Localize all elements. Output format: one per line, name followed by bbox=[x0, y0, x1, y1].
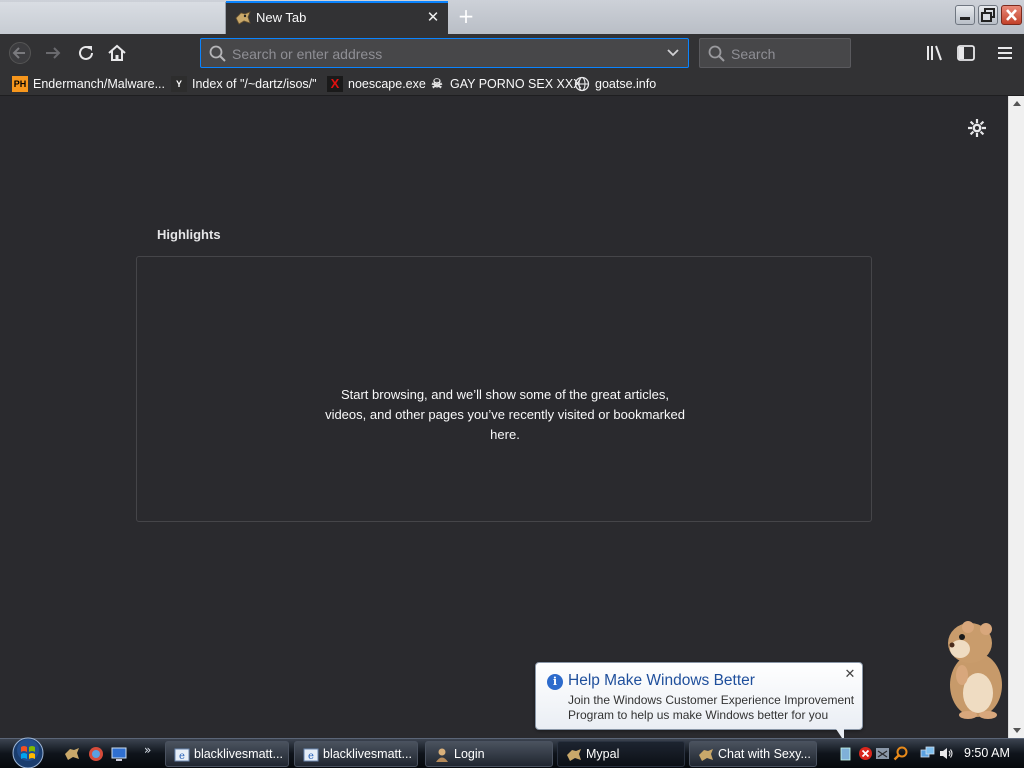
mypal-icon bbox=[699, 749, 713, 761]
back-arrow-icon[interactable] bbox=[9, 42, 31, 64]
browser-quicklaunch-icon[interactable] bbox=[88, 746, 104, 762]
reload-icon[interactable] bbox=[75, 42, 97, 64]
tab-strip: New Tab ✕ + bbox=[0, 0, 1024, 34]
system-clock[interactable]: 9:50 AM bbox=[964, 746, 1010, 760]
navigation-toolbar bbox=[0, 34, 1024, 71]
tab-strip-empty-area[interactable] bbox=[0, 2, 226, 34]
mypal-icon bbox=[235, 11, 251, 25]
tray-program-icon[interactable] bbox=[875, 746, 890, 761]
mypal-icon bbox=[567, 749, 581, 761]
new-tab-page: Highlights Start browsing, and we’ll sho… bbox=[0, 96, 1008, 738]
info-icon: i bbox=[547, 674, 563, 690]
windows-start-orb-icon[interactable] bbox=[8, 736, 48, 768]
tab-new-tab[interactable]: New Tab ✕ bbox=[226, 1, 448, 34]
hamburger-menu-icon[interactable] bbox=[994, 42, 1016, 64]
taskbar-item-label: blacklivesmatt... bbox=[323, 747, 412, 761]
chevron-right-icon[interactable]: » bbox=[144, 743, 151, 757]
ie-icon: e bbox=[303, 748, 319, 762]
search-bar[interactable] bbox=[699, 38, 851, 68]
red-x-icon: X bbox=[327, 76, 343, 92]
ycombinator-icon: Y bbox=[171, 76, 187, 92]
scroll-up-arrow-icon[interactable] bbox=[1013, 101, 1021, 106]
taskbar-item-label: Mypal bbox=[586, 747, 620, 761]
skull-icon: ☠ bbox=[431, 76, 443, 91]
forward-arrow-icon[interactable] bbox=[42, 42, 64, 64]
restore-icon bbox=[981, 8, 995, 22]
bookmark-label: noescape.exe bbox=[348, 77, 426, 91]
bookmarks-toolbar: PH Endermanch/Malware... Y Index of "/~d… bbox=[0, 71, 1024, 96]
search-icon bbox=[209, 45, 226, 62]
bookmark-label: Endermanch/Malware... bbox=[33, 77, 166, 91]
security-alert-icon[interactable] bbox=[858, 746, 873, 761]
vertical-scrollbar[interactable] bbox=[1008, 96, 1024, 738]
taskbar-item[interactable]: Login bbox=[425, 741, 553, 767]
desktop: New Tab ✕ + Search or enter address Sear… bbox=[0, 0, 1024, 768]
tab-title: New Tab bbox=[256, 10, 307, 25]
highlights-panel: Start browsing, and we’ll show some of t… bbox=[136, 256, 872, 522]
sidebar-icon[interactable] bbox=[955, 42, 977, 64]
tray-update-icon[interactable] bbox=[838, 746, 853, 761]
tray-search-icon[interactable] bbox=[893, 746, 908, 761]
ie-icon: e bbox=[174, 748, 190, 762]
search-input[interactable] bbox=[731, 45, 841, 63]
hamster-mascot[interactable] bbox=[938, 615, 1006, 720]
library-icon[interactable] bbox=[924, 42, 946, 64]
taskbar-item-label: Login bbox=[454, 747, 485, 761]
gear-icon[interactable] bbox=[966, 117, 988, 139]
globe-icon bbox=[574, 76, 590, 92]
svg-text:e: e bbox=[179, 751, 185, 762]
balloon-message: Join the Windows Customer Experience Imp… bbox=[568, 693, 855, 722]
notification-balloon[interactable]: i Help Make Windows Better Join the Wind… bbox=[535, 662, 863, 741]
address-input[interactable] bbox=[232, 45, 652, 63]
svg-text:e: e bbox=[308, 751, 314, 762]
taskbar-item-label: Chat with Sexy... bbox=[718, 747, 811, 761]
empty-state-message: Start browsing, and we’ll show some of t… bbox=[325, 387, 685, 442]
new-tab-button[interactable]: + bbox=[454, 5, 478, 27]
taskbar-item[interactable]: Chat with Sexy... bbox=[689, 741, 817, 767]
close-icon[interactable]: ✕ bbox=[842, 667, 858, 683]
taskbar-item-label: blacklivesmatt... bbox=[194, 747, 283, 761]
minimize-icon bbox=[960, 17, 970, 20]
minimize-button[interactable] bbox=[955, 5, 975, 25]
close-tab-icon[interactable]: ✕ bbox=[425, 9, 441, 25]
close-icon bbox=[1006, 9, 1017, 21]
bookmark-label: Index of "/~dartz/isos/" bbox=[192, 77, 317, 91]
show-desktop-icon[interactable] bbox=[111, 746, 127, 762]
scroll-down-arrow-icon[interactable] bbox=[1013, 728, 1021, 733]
pornhub-icon: PH bbox=[12, 76, 28, 92]
close-window-button[interactable] bbox=[1001, 5, 1022, 25]
section-title: Highlights bbox=[157, 227, 221, 242]
taskbar-item[interactable]: e blacklivesmatt... bbox=[294, 741, 418, 767]
address-bar[interactable] bbox=[200, 38, 689, 68]
volume-icon[interactable] bbox=[939, 746, 954, 761]
user-icon bbox=[436, 748, 448, 762]
network-icon[interactable] bbox=[920, 746, 935, 761]
taskbar-item-active[interactable]: Mypal bbox=[557, 741, 685, 767]
home-icon[interactable] bbox=[106, 42, 128, 64]
balloon-title: Help Make Windows Better bbox=[568, 672, 755, 689]
bookmark-label: GAY PORNO SEX XXX bbox=[450, 77, 582, 91]
bookmark-label: goatse.info bbox=[595, 77, 657, 91]
chevron-down-icon[interactable] bbox=[666, 47, 680, 59]
taskbar-item[interactable]: e blacklivesmatt... bbox=[165, 741, 289, 767]
search-icon bbox=[708, 45, 725, 62]
restore-button[interactable] bbox=[978, 5, 998, 25]
taskbar: » e blacklivesmatt... e blacklivesmatt..… bbox=[0, 736, 1024, 768]
mypal-icon[interactable] bbox=[64, 746, 80, 762]
